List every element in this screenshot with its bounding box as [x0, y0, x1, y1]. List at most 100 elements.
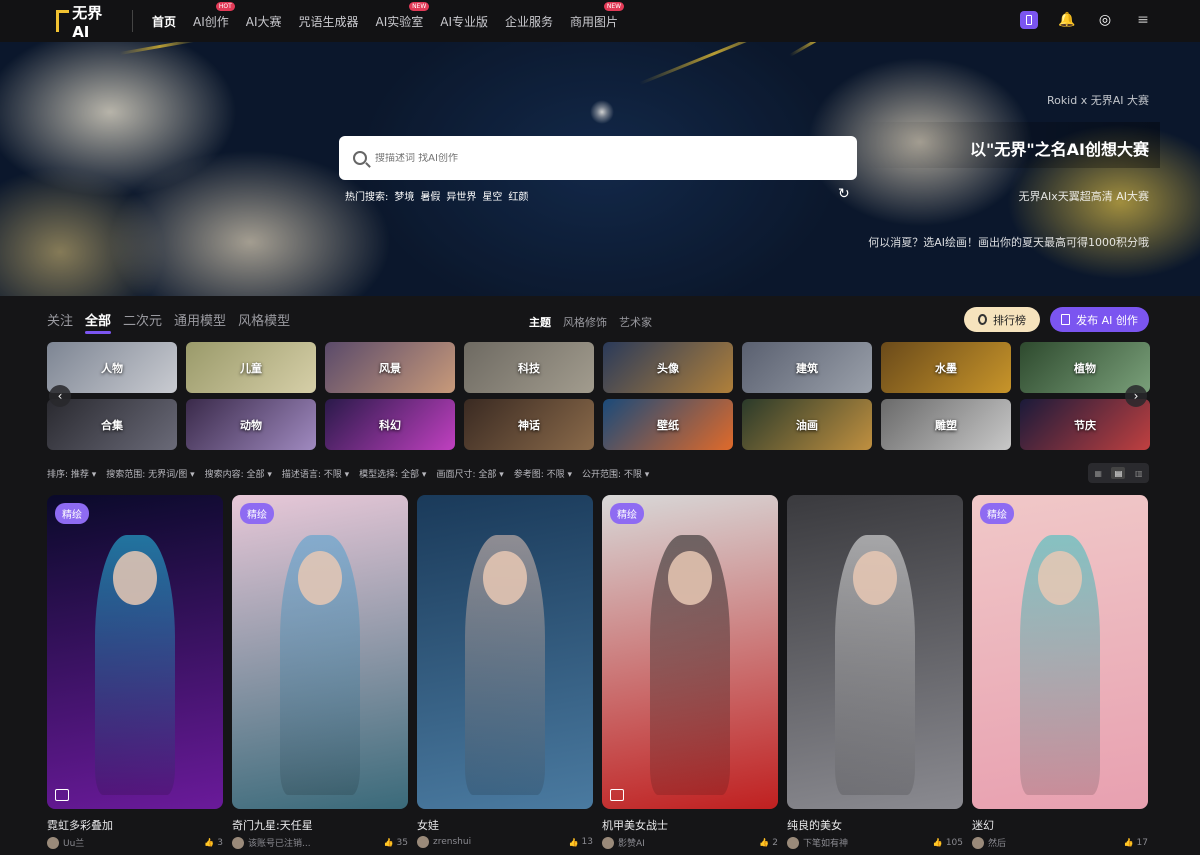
filter-dropdown[interactable]: 搜索内容: 全部 ▾	[205, 467, 272, 480]
filter-dropdown[interactable]: 画面尺寸: 全部 ▾	[436, 467, 503, 480]
nav-item[interactable]: AI创作 HOT	[193, 1, 235, 30]
like-button[interactable]: 👍 35	[384, 838, 408, 848]
artwork-title[interactable]: 奇门九星:天任星	[232, 817, 408, 831]
category-tile[interactable]: 人物	[47, 342, 177, 393]
hero-subtitle-1[interactable]: Rokid x 无界AI 大赛	[1047, 92, 1149, 108]
filter-dropdown[interactable]: 描述语言: 不限 ▾	[282, 467, 349, 480]
category-tile[interactable]: 神话	[464, 399, 594, 450]
tab[interactable]: 风格模型	[238, 310, 290, 329]
filter-dropdown[interactable]: 模型选择: 全部 ▾	[359, 467, 426, 480]
small-grid-icon[interactable]: ▥	[1132, 467, 1146, 479]
artwork-image[interactable]: 精绘	[47, 495, 223, 809]
artwork-card[interactable]: 精绘迷幻然后 👍 17	[972, 495, 1148, 849]
artwork-card[interactable]: 精绘霓虹多彩叠加 Uu兰 👍 3	[47, 495, 223, 849]
thumbs-up-icon: 👍	[1123, 838, 1134, 847]
tab[interactable]: 二次元	[123, 310, 162, 329]
artwork-image[interactable]	[787, 495, 963, 809]
hot-search-term[interactable]: 梦境	[394, 188, 414, 203]
category-tile[interactable]: 壁纸	[603, 399, 733, 450]
bell-icon[interactable]: 🔔	[1058, 12, 1076, 28]
author[interactable]: 然后	[972, 836, 1006, 849]
like-button[interactable]: 👍 17	[1124, 838, 1148, 848]
artwork-card[interactable]: 女娃 zrenshui 👍 13	[417, 495, 593, 848]
nav-item[interactable]: AI大赛	[246, 13, 282, 30]
author[interactable]: 下笔如有神	[787, 836, 848, 849]
nav-item[interactable]: AI实验室 NEW	[376, 1, 430, 30]
hot-search-term[interactable]: 暑假	[420, 188, 440, 203]
tab[interactable]: 艺术家	[619, 314, 652, 330]
category-tile[interactable]: 动物	[186, 399, 316, 450]
like-button[interactable]: 👍 13	[569, 837, 593, 847]
author[interactable]: zrenshui	[417, 836, 471, 848]
large-grid-icon[interactable]: ▦	[1091, 467, 1105, 479]
artwork-card[interactable]: 精绘机甲美女战士 影赞AI 👍 2	[602, 495, 778, 849]
author[interactable]: 该账号已注销...	[232, 836, 311, 849]
medium-grid-icon[interactable]: ▤	[1111, 467, 1126, 479]
search-box[interactable]	[339, 136, 857, 180]
author[interactable]: 影赞AI	[602, 836, 645, 849]
like-button[interactable]: 👍 2	[759, 838, 778, 848]
filter-dropdown[interactable]: 搜索范围: 无界词/图 ▾	[106, 467, 194, 480]
author[interactable]: Uu兰	[47, 836, 84, 849]
refresh-icon[interactable]: ↻	[838, 186, 850, 202]
category-tile[interactable]: 儿童	[186, 342, 316, 393]
figure-face	[298, 551, 342, 605]
category-tile[interactable]: 科技	[464, 342, 594, 393]
nav-item[interactable]: 商用图片 NEW	[570, 1, 625, 30]
tab[interactable]: 全部	[85, 310, 112, 334]
category-tile[interactable]: 节庆	[1020, 399, 1150, 450]
phone-icon[interactable]	[1020, 11, 1038, 29]
artwork-title[interactable]: 纯良的美女	[787, 817, 963, 831]
chevron-left-icon[interactable]: ‹	[49, 385, 71, 407]
hero-title[interactable]: 以"无界"之名AI创想大赛	[970, 136, 1149, 160]
tab[interactable]: 风格修饰	[563, 314, 607, 330]
like-button[interactable]: 👍 3	[204, 838, 223, 848]
nav-item-label: 首页	[152, 14, 177, 29]
category-tile[interactable]: 合集	[47, 399, 177, 450]
category-tile[interactable]: 建筑	[742, 342, 872, 393]
artwork-title[interactable]: 机甲美女战士	[602, 817, 778, 831]
hero-subtitle-2[interactable]: 无界AIx天翼超高清 AI大赛	[1018, 188, 1149, 204]
filter-dropdown[interactable]: 参考图: 不限 ▾	[514, 467, 572, 480]
nav-item[interactable]: AI专业版	[440, 13, 488, 30]
filter-dropdown[interactable]: 公开范围: 不限 ▾	[582, 467, 649, 480]
hot-search-term[interactable]: 红颜	[508, 188, 528, 203]
nav-item-label: AI专业版	[440, 14, 489, 29]
category-label: 风景	[379, 361, 401, 375]
hot-search-term[interactable]: 异世界	[446, 188, 476, 203]
user-avatar-icon[interactable]: ◎	[1096, 12, 1114, 28]
artwork-image[interactable]: 精绘	[602, 495, 778, 809]
like-button[interactable]: 👍 105	[933, 838, 963, 848]
chevron-right-icon[interactable]: ›	[1125, 385, 1147, 407]
publish-button[interactable]: 发布 AI 创作	[1050, 307, 1149, 332]
category-tile[interactable]: 头像	[603, 342, 733, 393]
hot-search-term[interactable]: 星空	[482, 188, 502, 203]
hero-subtitle-3[interactable]: 何以消夏？选AI绘画！画出你的夏天最高可得1000积分哦	[868, 234, 1149, 250]
nav-item[interactable]: 企业服务	[505, 13, 553, 30]
nav-item[interactable]: 首页	[152, 13, 176, 30]
category-tile[interactable]: 水墨	[881, 342, 1011, 393]
artwork-image[interactable]	[417, 495, 593, 809]
figure-face	[853, 551, 897, 605]
artwork-title[interactable]: 女娃	[417, 817, 593, 831]
category-tile[interactable]: 雕塑	[881, 399, 1011, 450]
artwork-title[interactable]: 霓虹多彩叠加	[47, 817, 223, 831]
category-tile[interactable]: 科幻	[325, 399, 455, 450]
tab[interactable]: 主题	[529, 314, 551, 330]
tab[interactable]: 关注	[47, 310, 73, 329]
menu-icon[interactable]: ≡	[1134, 12, 1152, 28]
category-tile[interactable]: 油画	[742, 399, 872, 450]
artwork-card[interactable]: 精绘奇门九星:天任星 该账号已注销... 👍 35	[232, 495, 408, 849]
artwork-card[interactable]: 纯良的美女下笔如有神 👍 105	[787, 495, 963, 849]
ranking-button[interactable]: 排行榜	[964, 307, 1040, 332]
artwork-image[interactable]: 精绘	[972, 495, 1148, 809]
category-tile[interactable]: 风景	[325, 342, 455, 393]
artwork-image[interactable]: 精绘	[232, 495, 408, 809]
nav-item[interactable]: 咒语生成器	[299, 13, 359, 30]
filter-dropdown[interactable]: 排序: 推荐 ▾	[47, 467, 96, 480]
search-input[interactable]	[375, 152, 815, 164]
tab[interactable]: 通用模型	[174, 310, 226, 329]
thumbs-up-icon: 👍	[204, 838, 215, 847]
artwork-title[interactable]: 迷幻	[972, 817, 1148, 831]
logo[interactable]: 无界AI	[56, 4, 116, 41]
